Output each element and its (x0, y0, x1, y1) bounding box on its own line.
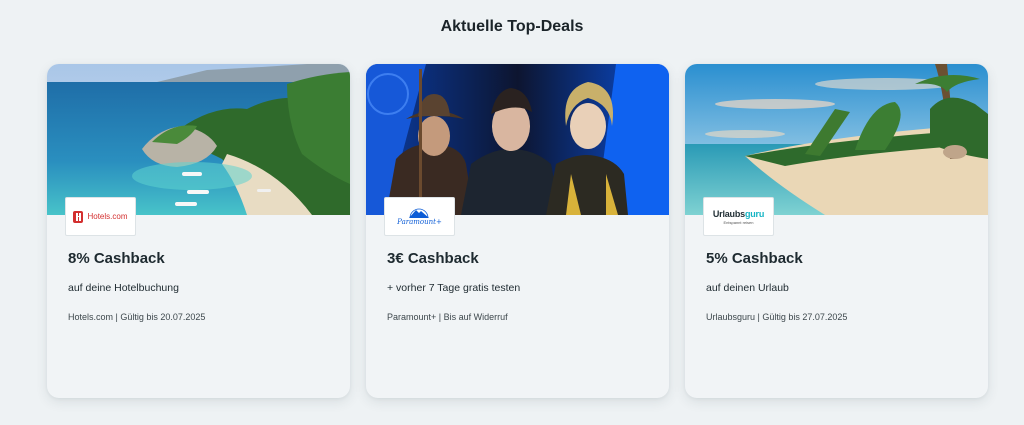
tv-shows-collage-photo (366, 64, 669, 215)
deal-card-urlaubsguru[interactable]: Urlaubsguru Entspannt reisen 5% Cashback… (685, 64, 988, 398)
urlaubsguru-wordmark: Urlaubsguru (712, 208, 765, 219)
section-title: Aktuelle Top-Deals (440, 18, 584, 35)
deal-description: auf deine Hotelbuchung (68, 282, 179, 294)
beach-cove-photo (47, 64, 350, 215)
deal-card-paramount[interactable]: Paramount+ 3€ Cashback + vorher 7 Tage g… (366, 64, 669, 398)
deal-meta: Paramount+ | Bis auf Widerruf (387, 312, 508, 322)
hotels-h-icon (73, 210, 84, 223)
urlaubsguru-logo: Urlaubsguru Entspannt reisen (703, 197, 774, 236)
paramount-logo: Paramount+ (384, 197, 455, 236)
deal-meta: Urlaubsguru | Gültig bis 27.07.2025 (706, 312, 848, 322)
palm-beach-photo (685, 64, 988, 215)
deal-description: + vorher 7 Tage gratis testen (387, 282, 521, 294)
deal-card-hotels[interactable]: Hotels.com 8% Cashback auf deine Hotelbu… (47, 64, 350, 398)
deal-description: auf deinen Urlaub (706, 282, 789, 294)
hotels-logo: Hotels.com (65, 197, 136, 236)
deal-title: 5% Cashback (706, 250, 803, 267)
deal-title: 8% Cashback (68, 250, 165, 267)
deal-meta: Hotels.com | Gültig bis 20.07.2025 (68, 312, 206, 322)
deal-title: 3€ Cashback (387, 250, 479, 267)
